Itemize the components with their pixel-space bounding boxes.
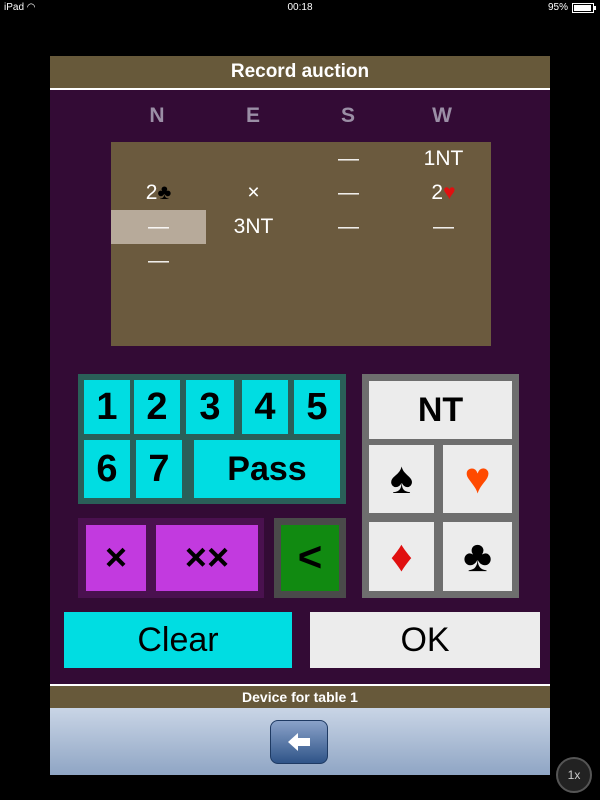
back-arrow-icon — [288, 733, 310, 751]
clock: 00:18 — [287, 2, 313, 13]
diamond-button[interactable]: ♦ — [369, 522, 434, 591]
level-5-button[interactable]: 5 — [294, 380, 340, 434]
auction-cell: × — [247, 181, 260, 204]
clear-button[interactable]: Clear — [64, 612, 292, 668]
zoom-indicator[interactable]: 1x — [556, 757, 592, 793]
level-2-button[interactable]: 2 — [134, 380, 180, 434]
spade-button[interactable]: ♠ — [369, 445, 434, 513]
heart-icon: ♥ — [443, 181, 456, 204]
auction-cell: — — [148, 249, 169, 272]
auction-cell: 1NT — [423, 147, 464, 170]
app-window: Record auction N E S W — 1NT 2♣ × — 2♥ —… — [50, 56, 550, 775]
suit-pad: NT ♠ ♥ ♦ ♣ — [362, 374, 519, 598]
level-3-button[interactable]: 3 — [186, 380, 234, 434]
footer-label: Device for table 1 — [50, 686, 550, 708]
bid-level-pad: 1 2 3 4 5 6 7 Pass — [78, 374, 346, 504]
auction-cell: — — [433, 215, 454, 238]
diamond-icon: ♦ — [390, 532, 413, 581]
bid-level: 2 — [431, 181, 444, 204]
no-trump-button[interactable]: NT — [369, 381, 512, 439]
double-button[interactable]: × — [86, 525, 146, 591]
battery-status: 95% — [547, 2, 596, 13]
bottom-toolbar — [50, 708, 550, 775]
auction-cell: 3NT — [233, 215, 274, 238]
page-title: Record auction — [50, 56, 550, 90]
club-button[interactable]: ♣ — [443, 522, 512, 591]
status-bar: iPad ◠ 00:18 95% — [0, 0, 600, 16]
auction-table: — 1NT 2♣ × — 2♥ — 3NT — — — — [111, 142, 491, 346]
bid-level: 2 — [145, 181, 158, 204]
auction-cell-selected[interactable]: — — [111, 210, 206, 244]
redouble-button[interactable]: ×× — [156, 525, 258, 591]
column-header-e: E — [245, 104, 260, 127]
level-6-button[interactable]: 6 — [84, 440, 130, 498]
back-button[interactable] — [270, 720, 328, 764]
level-1-button[interactable]: 1 — [84, 380, 130, 434]
auction-cell — [206, 142, 301, 176]
auction-cell-bid: 2♥ — [396, 176, 491, 210]
column-header-s: S — [340, 104, 355, 127]
battery-fill — [574, 4, 592, 11]
auction-cell: — — [338, 147, 359, 170]
ok-button[interactable]: OK — [310, 612, 540, 668]
column-header-w: W — [432, 104, 452, 127]
club-icon: ♣ — [463, 532, 492, 581]
heart-icon: ♥ — [464, 454, 491, 503]
level-7-button[interactable]: 7 — [136, 440, 182, 498]
double-pad: × ×× — [78, 518, 264, 598]
auction-cell — [111, 142, 206, 176]
battery-percent: 95% — [547, 2, 568, 13]
heart-button[interactable]: ♥ — [443, 445, 512, 513]
battery-icon — [572, 2, 596, 13]
auction-cell-bid: 2♣ — [111, 176, 206, 210]
level-4-button[interactable]: 4 — [242, 380, 288, 434]
club-icon: ♣ — [157, 181, 172, 204]
spade-icon: ♠ — [389, 454, 414, 503]
auction-cell: — — [338, 215, 359, 238]
undo-pad: < — [274, 518, 346, 598]
auction-cell: — — [338, 181, 359, 204]
column-header-n: N — [149, 104, 165, 127]
undo-button[interactable]: < — [281, 525, 339, 591]
pass-button[interactable]: Pass — [194, 440, 340, 498]
